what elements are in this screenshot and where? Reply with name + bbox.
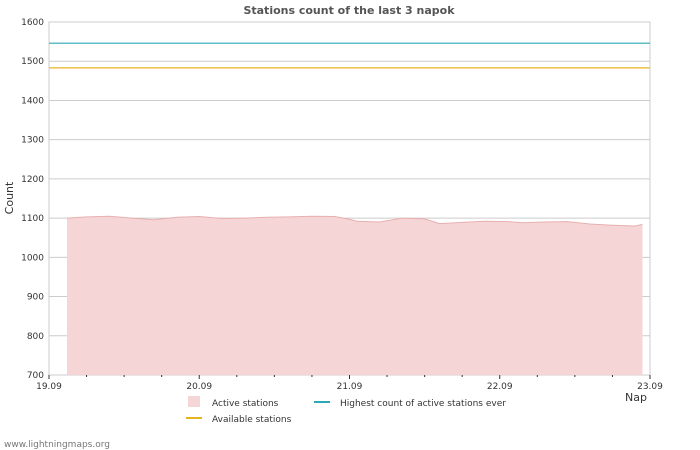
y-tick-label: 900 — [27, 293, 44, 303]
y-tick-label: 1400 — [21, 96, 44, 106]
y-tick-label: 1000 — [21, 253, 44, 263]
legend-label-available-stations: Available stations — [212, 415, 292, 425]
y-tick-label: 800 — [27, 332, 44, 342]
chart: Stations count of the last 3 napok 700 80… — [0, 0, 700, 450]
x-tick-label: 19.09 — [36, 382, 62, 392]
y-axis-label: Count — [3, 181, 16, 214]
credit-text: www.lightningmaps.org — [4, 440, 110, 450]
x-tick-label: 20.09 — [186, 382, 212, 392]
legend-swatch-active-stations — [188, 396, 200, 407]
plot-area: 700 800 900 1000 1100 1200 1300 1400 1500 1600 19… — [21, 18, 663, 392]
chart-title: Stations count of the last 3 napok — [243, 4, 455, 17]
legend-label-active-stations: Active stations — [212, 399, 279, 409]
y-tick-label: 1200 — [21, 175, 44, 185]
y-tick-label: 1100 — [21, 214, 44, 224]
x-axis-label: Nap — [625, 391, 647, 404]
x-tick-label: 22.09 — [487, 382, 513, 392]
legend-label-highest-count: Highest count of active stations ever — [340, 399, 506, 409]
area-active-stations — [67, 216, 643, 375]
x-tick-label: 21.09 — [337, 382, 363, 392]
y-tick-label: 1300 — [21, 136, 44, 146]
y-tick-label: 700 — [27, 371, 44, 381]
y-tick-label: 1600 — [21, 18, 44, 28]
y-tick-label: 1500 — [21, 57, 44, 67]
